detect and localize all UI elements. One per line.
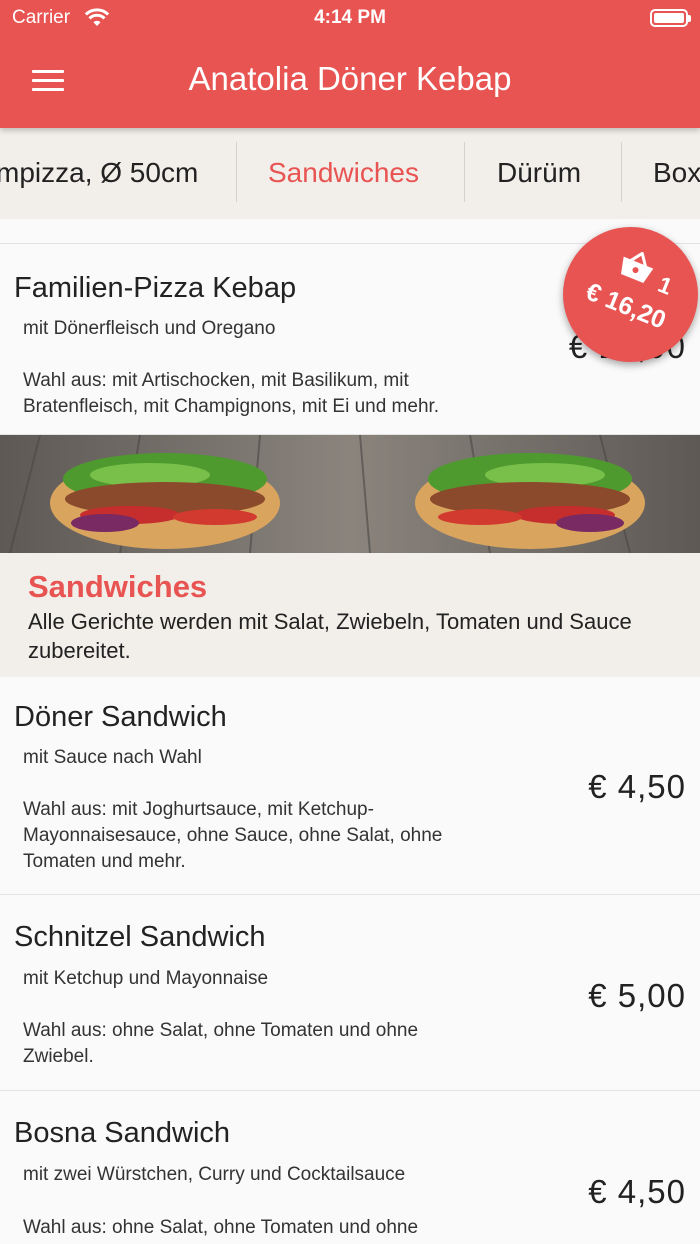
- status-bar: Carrier 4:14 PM: [0, 0, 700, 36]
- menu-item[interactable]: Döner Sandwich mit Sauce nach Wahl Wahl …: [0, 677, 700, 895]
- item-name: Schnitzel Sandwich: [14, 921, 266, 953]
- item-name: Familien-Pizza Kebap: [14, 272, 297, 304]
- tab-divider: [621, 142, 622, 202]
- category-tabs: mpizza, Ø 50cm Sandwiches Dürüm Box: [0, 128, 700, 219]
- menu-item[interactable]: Bosna Sandwich mit zwei Würstchen, Curry…: [0, 1091, 700, 1244]
- section-header: Sandwiches Alle Gerichte werden mit Sala…: [0, 553, 700, 677]
- item-description: mit Sauce nach Wahl: [23, 747, 202, 768]
- tab-divider: [236, 142, 237, 202]
- item-choices: Wahl aus: ohne Salat, ohne Tomaten und o…: [23, 1217, 419, 1238]
- shopping-basket-icon: [621, 251, 654, 283]
- item-price: € 5,00: [588, 977, 686, 1014]
- cart-button[interactable]: 1 € 16,20: [563, 227, 698, 362]
- item-choices: Wahl aus: mit Joghurtsauce, mit Ketchup-…: [23, 799, 443, 872]
- item-name: Bosna Sandwich: [14, 1117, 231, 1149]
- section-description: Alle Gerichte werden mit Salat, Zwiebeln…: [28, 609, 632, 663]
- cart-count: 1: [654, 270, 677, 300]
- section-title: Sandwiches: [28, 569, 208, 604]
- menu-item[interactable]: Schnitzel Sandwich mit Ketchup und Mayon…: [0, 895, 700, 1091]
- item-description: mit zwei Würstchen, Curry und Cocktailsa…: [23, 1164, 406, 1185]
- item-choices: Wahl aus: mit Artischocken, mit Basiliku…: [23, 370, 440, 417]
- tab-durum[interactable]: Dürüm: [497, 128, 581, 219]
- item-price: € 4,50: [588, 768, 686, 805]
- battery-icon: [650, 9, 691, 27]
- tab-familienpizza[interactable]: mpizza, Ø 50cm: [0, 128, 198, 219]
- item-description: mit Ketchup und Mayonnaise: [23, 968, 269, 989]
- tab-divider: [464, 142, 465, 202]
- app-header: Carrier 4:14 PM Anatolia Döner Kebap: [0, 0, 700, 128]
- item-choices: Wahl aus: ohne Salat, ohne Tomaten und o…: [23, 1020, 419, 1067]
- item-name: Döner Sandwich: [14, 701, 227, 733]
- item-description: mit Dönerfleisch und Oregano: [23, 318, 276, 339]
- status-time: 4:14 PM: [314, 7, 386, 28]
- item-price: € 4,50: [588, 1173, 686, 1210]
- tab-box[interactable]: Box: [653, 128, 700, 219]
- sandwiches-banner-image: [0, 435, 700, 553]
- page-title: Anatolia Döner Kebap: [188, 60, 512, 97]
- tab-sandwiches[interactable]: Sandwiches: [268, 128, 419, 219]
